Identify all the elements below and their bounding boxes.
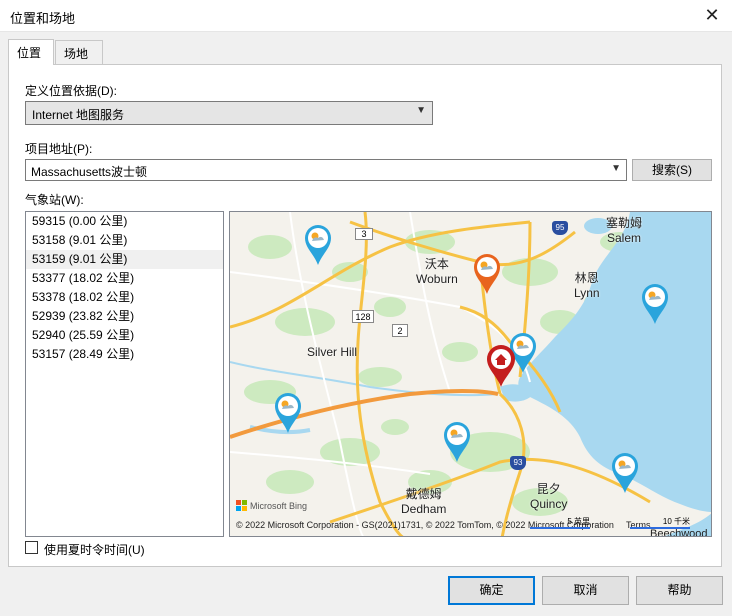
place-label-salem: 塞勒姆 Salem [606,216,643,245]
interstate-shield-95: 95 [552,221,568,235]
list-item[interactable]: 52940 (25.59 公里) [26,326,223,345]
route-shield-128: 128 [352,310,374,323]
map-canvas [230,212,711,536]
location-basis-select[interactable]: Internet 地图服务 ▼ [25,101,433,125]
weather-station-pin[interactable] [641,283,669,325]
search-button[interactable]: 搜索(S) [632,159,712,181]
list-item[interactable]: 53377 (18.02 公里) [26,269,223,288]
scale-bar-miles: 5 英里 [530,516,590,529]
list-item[interactable]: 59315 (0.00 公里) [26,212,223,231]
dst-checkbox[interactable] [25,541,38,554]
place-label-silver-hill: Silver Hill [307,345,358,359]
map-view[interactable]: 塞勒姆 Salem 沃本 Woburn 林恩 Lynn Silver Hill 戴德姆… [229,211,712,537]
project-address-label: 项目地址(P): [25,142,93,156]
microsoft-logo-icon [236,500,247,511]
window-title: 位置和场地 [10,11,76,26]
list-item[interactable]: 52939 (23.82 公里) [26,307,223,326]
list-item[interactable]: 53157 (28.49 公里) [26,345,223,364]
bing-logo-text: Microsoft Bing [250,500,308,511]
weather-station-pin[interactable] [611,452,639,494]
weather-stations-label: 气象站(W): [25,193,84,207]
tab-site[interactable]: 场地 [55,40,103,64]
place-label-dedham: 戴德姆 Dedham [401,487,447,516]
list-item-selected[interactable]: 53159 (9.01 公里) [26,250,223,269]
scale-bar-km: 10 千米 [630,516,690,529]
ok-button[interactable]: 确定 [448,576,535,605]
location-basis-value: Internet 地图服务 [32,108,125,122]
home-location-pin[interactable] [486,344,516,388]
list-item[interactable]: 53378 (18.02 公里) [26,288,223,307]
location-basis-label: 定义位置依据(D): [25,84,117,98]
weather-station-pin[interactable] [304,224,332,266]
weather-station-pin-selected[interactable] [473,253,501,295]
route-shield-2: 2 [392,324,408,337]
dst-checkbox-label[interactable]: 使用夏时令时间(U) [44,541,145,558]
project-address-value: Massachusetts波士顿 [31,165,148,179]
place-label-quincy: 昆夕 Quincy [530,482,568,511]
tab-location[interactable]: 位置 [8,39,54,65]
project-address-combo[interactable]: Massachusetts波士顿 ▼ [25,159,627,181]
close-icon[interactable]: ✕ [700,4,724,26]
weather-station-list[interactable]: 59315 (0.00 公里) 53158 (9.01 公里) 53159 (9… [25,211,224,537]
help-button[interactable]: 帮助 [636,576,723,605]
weather-station-pin[interactable] [274,392,302,434]
interstate-shield-93: 93 [510,456,526,470]
route-shield-3: 3 [355,228,373,240]
weather-station-pin[interactable] [443,421,471,463]
chevron-down-icon: ▼ [416,105,426,116]
bing-logo: Microsoft Bing [236,500,307,511]
cancel-button[interactable]: 取消 [542,576,629,605]
chevron-down-icon: ▼ [611,163,621,174]
title-bar: 位置和场地 ✕ [0,0,732,32]
list-item[interactable]: 53158 (9.01 公里) [26,231,223,250]
place-label-lynn: 林恩 Lynn [574,271,600,300]
place-label-woburn: 沃本 Woburn [416,257,458,286]
